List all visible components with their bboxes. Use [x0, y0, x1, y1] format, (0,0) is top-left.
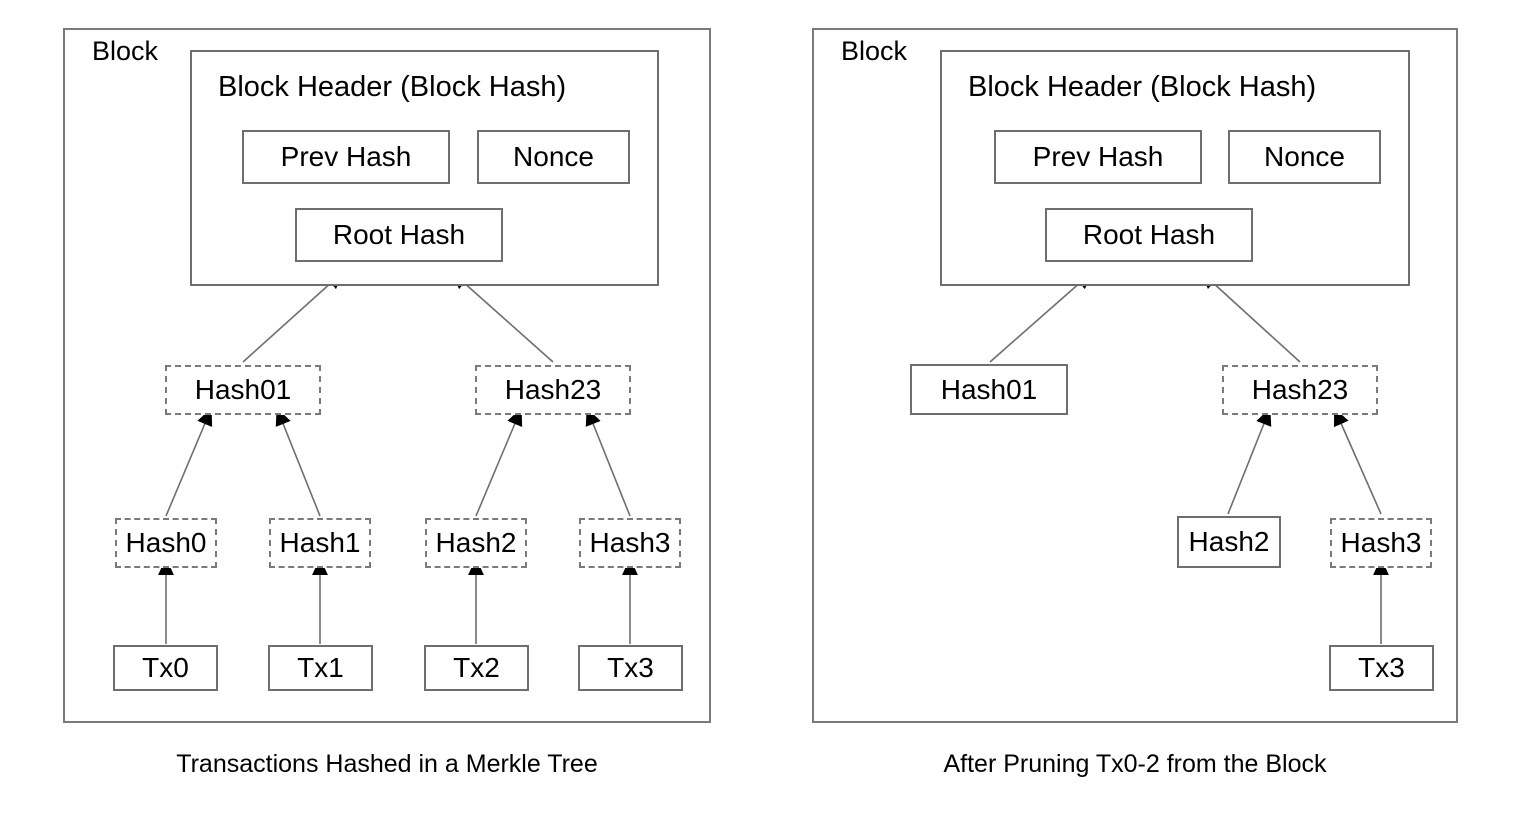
tx0-label: Tx0	[142, 652, 189, 683]
hash23-label-left: Hash23	[504, 374, 602, 405]
tx0-box[interactable]: Tx0	[113, 645, 218, 691]
nonce-box-left[interactable]: Nonce	[477, 130, 630, 184]
caption-left: Transactions Hashed in a Merkle Tree	[176, 750, 598, 778]
root-hash-box-right[interactable]: Root Hash	[1045, 208, 1253, 262]
prev-hash-box-left[interactable]: Prev Hash	[242, 130, 450, 184]
caption-right: After Pruning Tx0-2 from the Block	[943, 750, 1327, 778]
nonce-box-right[interactable]: Nonce	[1228, 130, 1381, 184]
hash0-label-left: Hash0	[125, 527, 207, 558]
hash2-box-left[interactable]: Hash2	[425, 518, 527, 568]
hash3-label-left: Hash3	[589, 527, 671, 558]
block-header-title-right: Block Header (Block Hash)	[968, 71, 1317, 103]
tx3-box-right[interactable]: Tx3	[1329, 645, 1434, 691]
nonce-label-left: Nonce	[513, 141, 594, 172]
tx2-box[interactable]: Tx2	[424, 645, 529, 691]
prev-hash-label-right: Prev Hash	[1032, 141, 1164, 172]
tx1-box[interactable]: Tx1	[268, 645, 373, 691]
tx3-label-left: Tx3	[607, 652, 654, 683]
hash3-box-left[interactable]: Hash3	[579, 518, 681, 568]
block-label-left: Block	[92, 36, 159, 66]
prev-hash-label-left: Prev Hash	[280, 141, 412, 172]
hash01-box-left[interactable]: Hash01	[165, 365, 321, 415]
hash3-box-right[interactable]: Hash3	[1330, 518, 1432, 568]
hash23-box-right[interactable]: Hash23	[1222, 365, 1378, 415]
tx3-label-right: Tx3	[1358, 652, 1405, 683]
hash01-label-right: Hash01	[940, 373, 1038, 405]
root-hash-label-right: Root Hash	[1082, 219, 1216, 250]
hash3-label-right: Hash3	[1340, 527, 1422, 558]
hash2-label-left: Hash2	[435, 527, 517, 558]
prev-hash-box-right[interactable]: Prev Hash	[994, 130, 1202, 184]
root-hash-label-left: Root Hash	[332, 219, 466, 250]
hash23-label-right: Hash23	[1251, 374, 1349, 405]
hash1-label-left: Hash1	[279, 527, 361, 558]
tx3-box-left[interactable]: Tx3	[578, 645, 683, 691]
hash2-label-right: Hash2	[1188, 526, 1270, 557]
hash01-box-right[interactable]: Hash01	[910, 364, 1068, 415]
tx2-label: Tx2	[453, 652, 500, 683]
root-hash-box-left[interactable]: Root Hash	[295, 208, 503, 262]
hash01-label-left: Hash01	[194, 374, 292, 405]
nonce-label-right: Nonce	[1264, 141, 1345, 172]
block-header-title-left: Block Header (Block Hash)	[218, 71, 567, 103]
hash23-box-left[interactable]: Hash23	[475, 365, 631, 415]
block-label-right: Block	[841, 36, 908, 66]
diagram-stage: Block Block Header (Block Hash) Prev Has…	[0, 0, 1518, 814]
hash2-box-right[interactable]: Hash2	[1177, 516, 1281, 568]
tx1-label: Tx1	[297, 652, 344, 683]
hash0-box-left[interactable]: Hash0	[115, 518, 217, 568]
hash1-box-left[interactable]: Hash1	[269, 518, 371, 568]
